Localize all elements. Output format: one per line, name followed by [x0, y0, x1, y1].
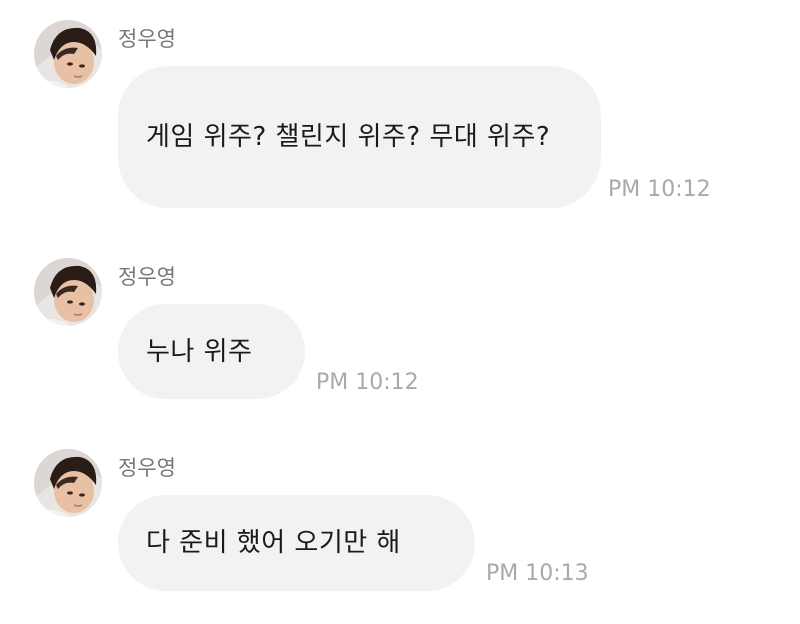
avatar[interactable] — [34, 258, 102, 326]
message-bubble[interactable]: 게임 위주? 챌린지 위주? 무대 위주? — [118, 66, 601, 208]
profile-photo-icon — [34, 20, 102, 88]
avatar[interactable] — [34, 20, 102, 88]
message-bubble[interactable]: 다 준비 했어 오기만 해 — [118, 495, 475, 591]
message-text: 다 준비 했어 오기만 해 — [146, 528, 401, 558]
message-timestamp: PM 10:12 — [608, 177, 711, 202]
message-text: 누나 위주 — [146, 336, 253, 367]
message-bubble[interactable]: 누나 위주 — [118, 304, 305, 399]
chat-message: 정우영 게임 위주? 챌린지 위주? 무대 위주? PM 10:12 — [0, 20, 800, 220]
sender-name: 정우영 — [118, 27, 176, 51]
profile-photo-icon — [34, 258, 102, 326]
message-timestamp: PM 10:13 — [486, 561, 589, 586]
chat-message: 정우영 다 준비 했어 오기만 해 PM 10:13 — [0, 449, 800, 599]
chat-message: 정우영 누나 위주 PM 10:12 — [0, 258, 800, 408]
sender-name: 정우영 — [118, 456, 176, 480]
avatar[interactable] — [34, 449, 102, 517]
chat-thread: 정우영 게임 위주? 챌린지 위주? 무대 위주? PM 10:12 정우영 누… — [0, 0, 800, 624]
message-timestamp: PM 10:12 — [316, 370, 419, 395]
message-text: 게임 위주? 챌린지 위주? 무대 위주? — [146, 122, 551, 152]
profile-photo-icon — [34, 449, 102, 517]
sender-name: 정우영 — [118, 265, 176, 289]
